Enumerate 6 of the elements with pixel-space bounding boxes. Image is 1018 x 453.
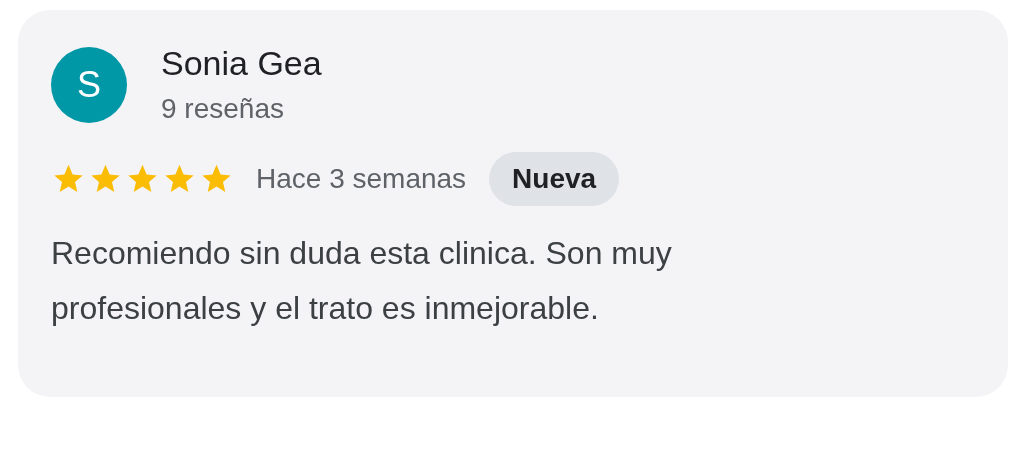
- new-badge: Nueva: [489, 152, 620, 206]
- review-text: Recomiendo sin duda esta clinica. Son muy profesionales y el trato es inmejorable.: [51, 234, 673, 328]
- review-count: 9 reseñas: [161, 93, 285, 125]
- author-name[interactable]: Sonia Gea: [161, 45, 322, 81]
- avatar: S: [51, 47, 127, 123]
- review-time: Hace 3 semanas: [256, 162, 467, 196]
